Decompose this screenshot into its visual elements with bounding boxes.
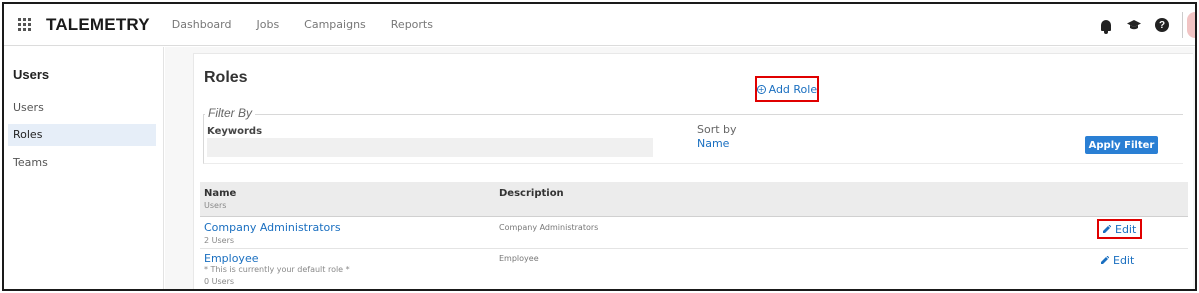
- main-nav: Dashboard Jobs Campaigns Reports: [172, 18, 458, 31]
- avatar[interactable]: [1187, 12, 1195, 38]
- graduation-cap-icon[interactable]: [1126, 17, 1142, 33]
- column-header-users: Users: [204, 201, 227, 210]
- toolbar-divider: [1182, 12, 1183, 38]
- brand-logo[interactable]: TALEMETRY: [46, 15, 150, 35]
- nav-campaigns[interactable]: Campaigns: [304, 18, 366, 31]
- filter-legend: Filter By: [205, 106, 256, 120]
- apply-filter-button[interactable]: Apply Filter: [1085, 136, 1158, 154]
- column-header-name[interactable]: Name: [204, 188, 236, 199]
- role-user-count: 2 Users: [204, 236, 235, 245]
- column-header-description[interactable]: Description: [499, 188, 564, 199]
- pencil-icon: [1101, 256, 1109, 264]
- role-name-link[interactable]: Company Administrators: [204, 221, 341, 234]
- role-name-link[interactable]: Employee: [204, 252, 258, 265]
- top-right-tools: ?: [1098, 4, 1195, 46]
- default-role-note: * This is currently your default role *: [204, 265, 350, 274]
- table-header: Name Users Description: [200, 182, 1188, 217]
- role-description: Employee: [499, 254, 539, 263]
- keywords-label: Keywords: [207, 126, 263, 137]
- sort-by-value[interactable]: Name: [697, 137, 729, 150]
- sidebar: Users Users Roles Teams: [4, 47, 164, 289]
- nav-jobs[interactable]: Jobs: [256, 18, 279, 31]
- apps-grid-icon[interactable]: [18, 17, 32, 32]
- edit-label: Edit: [1115, 222, 1137, 236]
- edit-button[interactable]: Edit: [1097, 219, 1143, 239]
- table-row: Employee * This is currently your defaul…: [200, 249, 1188, 290]
- keywords-input[interactable]: [207, 138, 653, 157]
- sidebar-item-users[interactable]: Users: [8, 97, 156, 119]
- sidebar-title: Users: [13, 67, 50, 82]
- sidebar-item-teams[interactable]: Teams: [8, 152, 156, 174]
- bell-icon[interactable]: [1098, 17, 1114, 34]
- add-role-label: Add Role: [768, 82, 818, 96]
- roles-panel: Roles + Add Role Filter By Keywords Sort…: [193, 53, 1193, 289]
- top-bar: TALEMETRY Dashboard Jobs Campaigns Repor…: [4, 4, 1195, 46]
- table-row: Company Administrators 2 Users Company A…: [200, 218, 1188, 249]
- pencil-icon: [1103, 225, 1111, 233]
- sort-by-label: Sort by: [697, 123, 737, 136]
- edit-label: Edit: [1113, 253, 1135, 267]
- nav-dashboard[interactable]: Dashboard: [172, 18, 232, 31]
- help-icon[interactable]: ?: [1154, 17, 1170, 33]
- nav-reports[interactable]: Reports: [391, 18, 433, 31]
- plus-circle-icon: +: [756, 84, 766, 94]
- edit-button[interactable]: Edit: [1101, 250, 1134, 270]
- page-title: Roles: [204, 69, 248, 86]
- sidebar-item-roles[interactable]: Roles: [8, 124, 156, 146]
- role-description: Company Administrators: [499, 223, 599, 232]
- role-user-count: 0 Users: [204, 277, 235, 286]
- add-role-button[interactable]: + Add Role: [755, 76, 819, 102]
